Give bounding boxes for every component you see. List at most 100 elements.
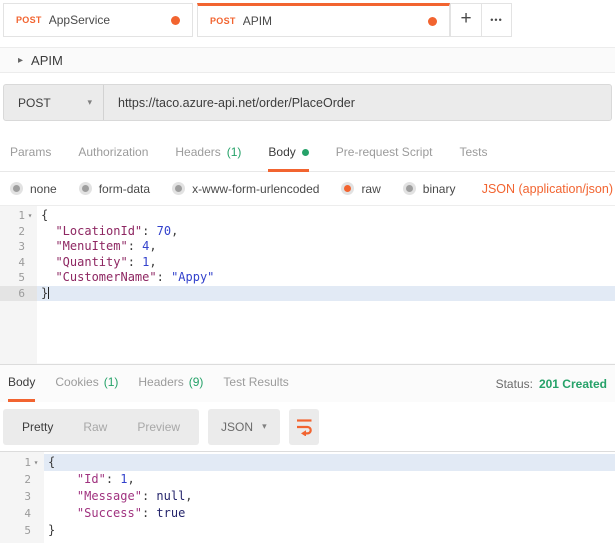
wrap-text-button[interactable] — [288, 408, 319, 445]
response-tab-test-results[interactable]: Test Results — [223, 365, 288, 402]
fold-caret-icon[interactable]: ▾ — [31, 454, 41, 471]
line-number: 6 — [0, 285, 37, 301]
url-input[interactable]: https://taco.azure-api.net/order/PlaceOr… — [104, 85, 611, 120]
tab-prerequest-script[interactable]: Pre-request Script — [336, 135, 433, 172]
tab-tests[interactable]: Tests — [459, 135, 487, 172]
radio-icon[interactable] — [172, 182, 186, 195]
response-tab-body[interactable]: Body — [8, 365, 36, 402]
status-label: Status: — [495, 376, 533, 391]
cookies-count: (1) — [103, 375, 119, 389]
method-dropdown-caret-icon: ▾ — [87, 97, 92, 107]
line-number: 4 — [18, 255, 25, 269]
code-line[interactable]: 4 "Success": true — [0, 505, 615, 522]
format-label: JSON — [221, 419, 254, 434]
code-text[interactable]: "Success": true — [44, 505, 615, 522]
new-tab-button[interactable]: + — [451, 4, 481, 36]
tab-label: Test Results — [223, 375, 289, 389]
radio-selected-icon[interactable] — [341, 182, 355, 195]
tab-authorization[interactable]: Authorization — [78, 135, 148, 172]
code-line[interactable]: 5} — [0, 522, 615, 539]
tab-label: Pre-request Script — [335, 145, 433, 159]
code-line[interactable]: 6} — [0, 285, 615, 301]
format-dropdown[interactable]: JSON ▾ — [208, 408, 280, 445]
headers-count: (1) — [226, 145, 242, 159]
body-mode-row: none form-data x-www-form-urlencoded raw… — [0, 172, 615, 205]
dropdown-caret-icon: ▾ — [262, 421, 267, 431]
code-line[interactable]: 4 "Quantity": 1, — [0, 255, 615, 271]
mode-binary[interactable]: binary — [402, 182, 455, 196]
body-content-dot-icon — [301, 148, 309, 156]
tab-label: Params — [10, 145, 52, 159]
code-line[interactable]: 1 ▾{ — [0, 454, 615, 471]
request-tab-apim[interactable]: POST APIM — [197, 3, 450, 37]
mode-label: raw — [361, 181, 381, 196]
collection-header[interactable]: ▸ APIM — [0, 47, 615, 73]
tab-label: Headers — [138, 375, 184, 389]
code-text[interactable]: { — [44, 454, 615, 471]
response-tab-headers[interactable]: Headers (9) — [138, 365, 203, 402]
mode-none[interactable]: none — [10, 182, 57, 196]
collapse-caret-icon[interactable]: ▸ — [18, 55, 23, 66]
mode-label: x-www-form-urlencoded — [192, 181, 320, 196]
code-text[interactable]: "Id": 1, — [44, 471, 615, 488]
content-type-selector[interactable]: JSON (application/json) — [482, 182, 613, 196]
radio-icon[interactable] — [402, 182, 416, 195]
line-number: 1 ▾ — [0, 454, 44, 471]
tab-method-badge: POST — [210, 16, 236, 26]
view-segmented-control: Pretty Raw Preview — [3, 408, 200, 445]
request-editor[interactable]: 1 ▾{2 "LocationId": 70, 3 "MenuItem": 4, 4 … — [0, 205, 615, 364]
tab-label: Tests — [459, 145, 488, 159]
tab-strip: POST AppService POST APIM + ••• — [0, 0, 615, 40]
mode-label: form-data — [98, 181, 151, 196]
code-text[interactable]: } — [44, 522, 615, 539]
headers-count: (9) — [188, 375, 204, 389]
tab-params[interactable]: Params — [10, 135, 51, 172]
code-line[interactable]: 2 "Id": 1, — [0, 471, 615, 488]
code-text[interactable]: "Message": null, — [44, 488, 615, 505]
request-tab-appservice[interactable]: POST AppService — [3, 3, 193, 37]
mode-form-data[interactable]: form-data — [78, 181, 151, 196]
view-preview-button[interactable]: Preview — [122, 420, 195, 434]
wrap-text-icon — [296, 419, 312, 436]
tab-title: APIM — [242, 14, 273, 28]
line-number: 5 — [24, 524, 31, 537]
view-pretty-button[interactable]: Pretty — [7, 420, 68, 434]
tab-label: Cookies — [55, 375, 99, 389]
mode-raw[interactable]: raw — [341, 181, 381, 196]
tab-body[interactable]: Body — [268, 135, 309, 172]
code-text[interactable]: { — [37, 208, 615, 224]
response-tab-cookies[interactable]: Cookies (1) — [55, 365, 118, 402]
line-number: 4 — [24, 507, 31, 520]
plus-icon: + — [460, 8, 472, 29]
code-line[interactable]: 1 ▾{ — [0, 208, 615, 224]
method-label: POST — [18, 95, 51, 110]
view-raw-button[interactable]: Raw — [68, 420, 122, 434]
code-line[interactable]: 3 "MenuItem": 4, — [0, 239, 615, 255]
postman-window: POST AppService POST APIM + ••• ▸ APIM P… — [0, 0, 615, 543]
code-text[interactable]: "CustomerName": "Appy" — [37, 270, 615, 286]
line-number: 3 — [18, 240, 25, 253]
mode-urlencoded[interactable]: x-www-form-urlencoded — [172, 182, 319, 196]
collection-title: APIM — [31, 52, 63, 68]
radio-icon[interactable] — [78, 182, 92, 195]
code-text[interactable]: "MenuItem": 4, — [37, 239, 615, 255]
line-number: 2 — [18, 224, 25, 238]
radio-icon[interactable] — [10, 182, 23, 195]
fold-caret-icon[interactable]: ▾ — [25, 208, 35, 224]
status-box: Status: 201 Created — [496, 365, 607, 402]
tab-actions: + ••• — [450, 3, 512, 37]
tab-headers[interactable]: Headers (1) — [175, 135, 241, 172]
line-number: 2 — [24, 473, 31, 486]
code-text[interactable]: "LocationId": 70, — [37, 224, 615, 240]
code-text[interactable]: "Quantity": 1, — [37, 255, 615, 271]
method-dropdown[interactable]: POST ▾ — [4, 85, 104, 120]
more-icon: ••• — [490, 15, 503, 25]
tab-options-button[interactable]: ••• — [481, 4, 511, 36]
code-line[interactable]: 2 "LocationId": 70, — [0, 224, 615, 240]
status-badge: 201 Created — [538, 376, 607, 391]
response-editor[interactable]: 1 ▾{2 "Id": 1, 3 "Message": null, 4 "Succes… — [0, 451, 615, 543]
code-line[interactable]: 3 "Message": null, — [0, 488, 615, 505]
code-line[interactable]: 5 "CustomerName": "Appy" — [0, 270, 615, 286]
line-number: 3 — [24, 490, 31, 503]
code-text[interactable]: } — [37, 285, 615, 301]
